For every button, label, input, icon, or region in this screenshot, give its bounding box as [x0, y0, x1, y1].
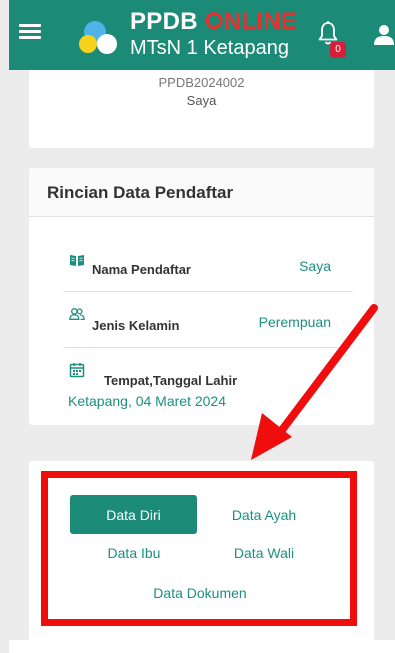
tab-data-ayah[interactable]: Data Ayah	[212, 505, 316, 525]
notification-badge: 0	[330, 42, 346, 58]
calendar-icon	[69, 363, 85, 378]
registrant-name: Saya	[186, 93, 217, 108]
menu-icon[interactable]	[19, 24, 41, 40]
book-icon	[70, 255, 84, 266]
field-label-name: Nama Pendaftar	[92, 262, 191, 277]
tab-data-diri[interactable]: Data Diri	[70, 495, 197, 534]
user-icon[interactable]	[373, 24, 395, 46]
row-divider	[63, 291, 353, 292]
users-icon	[69, 308, 85, 320]
field-value-birth: Ketapang, 04 Maret 2024	[68, 393, 227, 409]
field-value-gender: Perempuan	[258, 314, 331, 330]
card-title: Rincian Data Pendaftar	[47, 183, 234, 202]
app-logo	[79, 21, 117, 54]
brand-title: PPDB ONLINE	[130, 8, 298, 35]
field-label-birth: Tempat,Tanggal Lahir	[104, 373, 238, 388]
tab-data-dokumen[interactable]: Data Dokumen	[126, 583, 274, 603]
card-header: Rincian Data Pendaftar	[29, 168, 374, 217]
registrant-details-card: Rincian Data Pendaftar Nama Pendaftar Sa…	[29, 168, 374, 425]
brand-subtitle: MTsN 1 Ketapang	[130, 37, 289, 59]
field-label-gender: Jenis Kelamin	[92, 318, 180, 333]
field-value-name: Saya	[299, 258, 331, 274]
footer-bar	[9, 640, 395, 653]
tab-data-ibu[interactable]: Data Ibu	[90, 543, 178, 563]
tab-data-wali[interactable]: Data Wali	[212, 543, 316, 563]
registration-number: PPDB2024002	[158, 75, 245, 90]
registration-summary-card: PPDB2024002 Saya	[29, 70, 374, 148]
row-divider	[63, 347, 353, 348]
